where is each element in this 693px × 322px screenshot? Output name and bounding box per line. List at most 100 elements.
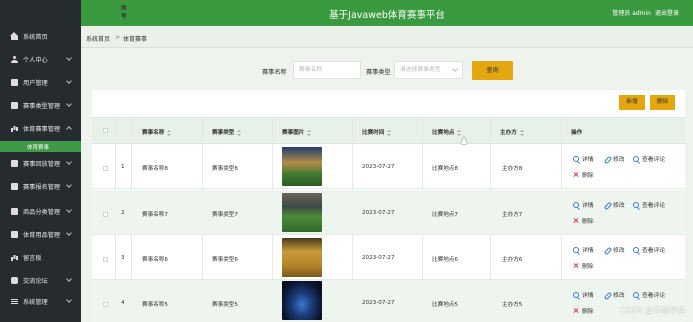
sidebar-item-forum[interactable]: 交流论坛: [0, 272, 81, 288]
row-checkbox[interactable]: [103, 166, 108, 171]
chevron-down-icon: [66, 55, 72, 61]
breadcrumb: 系统首页 > 体育赛事: [81, 26, 693, 48]
cell-place: 比赛地点7: [432, 212, 458, 218]
add-button[interactable]: 新增: [619, 95, 645, 110]
row-delete-button[interactable]: 删除: [573, 306, 594, 315]
row-delete-button[interactable]: 删除: [573, 170, 594, 179]
sidebar-item-replays[interactable]: 赛事回放管理: [0, 155, 81, 171]
view-comments-button[interactable]: 查看评论: [633, 290, 665, 299]
column-header-type[interactable]: 赛事类型: [212, 128, 242, 136]
link-icon: [604, 202, 610, 208]
op-label: 查看评论: [642, 157, 666, 163]
sidebar-item-users[interactable]: 用户管理: [0, 74, 81, 90]
row-delete-button[interactable]: 删除: [573, 261, 594, 270]
chevron-up-icon: [66, 126, 72, 132]
cell-type: 赛事类型8: [212, 166, 238, 172]
sidebar-item-profile[interactable]: 个人中心: [0, 51, 81, 67]
event-image: [282, 193, 322, 232]
breadcrumb-home[interactable]: 系统首页: [86, 34, 110, 43]
delete-button[interactable]: 删除: [650, 95, 675, 110]
sidebar-item-sports-goods[interactable]: 体育用品管理: [0, 226, 81, 242]
detail-button[interactable]: 详情: [573, 154, 594, 163]
sort-icon: [387, 129, 392, 136]
breadcrumb-current: 体育赛事: [123, 36, 148, 43]
sidebar-item-system[interactable]: 系统管理: [0, 293, 81, 309]
bar-chart-icon: [11, 254, 18, 261]
op-label: 删除: [582, 309, 594, 315]
chevron-down-icon: [66, 207, 72, 213]
edit-button[interactable]: 修改: [604, 245, 625, 254]
sidebar-item-label: 赛事回放管理: [23, 160, 61, 168]
op-label: 详情: [582, 203, 594, 209]
event-name-label: 赛事名称: [262, 69, 287, 76]
logout-link[interactable]: 退出登录: [655, 8, 679, 17]
row-checkbox[interactable]: [103, 302, 108, 307]
sidebar-item-label: 个人中心: [23, 56, 48, 64]
row-checkbox[interactable]: [103, 257, 108, 262]
cell-host: 主办方8: [502, 166, 523, 172]
top-header: 基于Javaweb体育赛事平台 管理员 admin 退出登录: [81, 0, 693, 26]
sidebar-item-goods-category[interactable]: 商品分类管理: [0, 203, 81, 219]
search-button[interactable]: 查询: [472, 61, 513, 80]
mouse-cursor-icon: [461, 136, 467, 144]
sidebar-item-label: 赛事类型管理: [23, 102, 61, 110]
search-icon: [633, 291, 639, 298]
sidebar-item-label: 交流论坛: [23, 277, 48, 285]
view-comments-button[interactable]: 查看评论: [633, 154, 665, 163]
event-image: [282, 238, 322, 277]
edit-button[interactable]: 修改: [604, 154, 625, 163]
search-icon: [633, 201, 639, 208]
home-icon: [10, 31, 18, 40]
cell-host: 主办方7: [502, 212, 523, 218]
column-header-name[interactable]: 赛事名称: [142, 128, 172, 136]
close-icon: [573, 263, 579, 269]
view-comments-button[interactable]: 查看评论: [633, 245, 665, 254]
cell-place: 比赛地点5: [432, 302, 458, 308]
select-all-checkbox[interactable]: [103, 128, 108, 133]
edit-button[interactable]: 修改: [604, 200, 625, 209]
column-header-time[interactable]: 比赛时间: [362, 128, 392, 136]
cell-time: 2023-07-27: [362, 210, 395, 216]
detail-button[interactable]: 详情: [573, 200, 594, 209]
sort-icon: [237, 129, 242, 136]
detail-button[interactable]: 详情: [573, 245, 594, 254]
op-label: 详情: [582, 293, 594, 299]
row-delete-button[interactable]: 删除: [573, 216, 594, 225]
search-icon: [633, 155, 639, 162]
column-header-place[interactable]: 比赛地点: [432, 128, 462, 136]
column-header-host[interactable]: 主办方: [500, 128, 524, 136]
sidebar-item-label: 系统管理: [23, 298, 48, 306]
op-label: 修改: [613, 157, 625, 163]
cell-type: 赛事类型7: [212, 212, 238, 218]
link-icon: [604, 292, 610, 298]
view-comments-button[interactable]: 查看评论: [633, 200, 665, 209]
column-header-label: 主办方: [500, 130, 517, 136]
column-header-image[interactable]: 赛事图片: [282, 128, 312, 136]
sort-icon: [457, 129, 462, 136]
cell-time: 2023-07-27: [362, 255, 395, 261]
search-icon: [573, 246, 579, 253]
event-name-input[interactable]: 赛事名称: [293, 61, 361, 79]
sidebar-item-label: 赛事报名管理: [23, 183, 61, 191]
column-header-label: 比赛时间: [362, 130, 385, 136]
chevron-down-icon: [66, 297, 72, 303]
op-label: 详情: [582, 157, 594, 163]
box-icon: [11, 230, 18, 238]
sidebar-subitem-sports-events[interactable]: 体育赛事: [0, 141, 81, 152]
detail-button[interactable]: 详情: [573, 290, 594, 299]
column-header-label: 赛事类型: [212, 130, 235, 136]
sidebar-item-registration[interactable]: 赛事报名管理: [0, 178, 81, 194]
cell-name: 赛事名称8: [142, 166, 168, 172]
edit-button[interactable]: 修改: [604, 290, 625, 299]
sidebar-item-home[interactable]: 系统首页: [0, 28, 81, 44]
search-icon: [573, 155, 579, 162]
row-checkbox[interactable]: [103, 212, 108, 217]
sidebar-item-message-board[interactable]: 留言板: [0, 249, 81, 265]
sidebar-item-sports-events[interactable]: 体育赛事管理: [0, 120, 81, 136]
box-icon: [11, 159, 18, 167]
chevron-down-icon: [66, 276, 72, 282]
sidebar-item-event-types[interactable]: 赛事类型管理: [0, 97, 81, 113]
table-row: 3 赛事名称6 赛事类型6 2023-07-27 比赛地点6 主办方6 详情 修…: [92, 235, 685, 280]
table-row: 1 赛事名称8 赛事类型8 2023-07-27 比赛地点8 主办方8 详情 修…: [92, 144, 685, 189]
box-icon: [11, 182, 18, 190]
